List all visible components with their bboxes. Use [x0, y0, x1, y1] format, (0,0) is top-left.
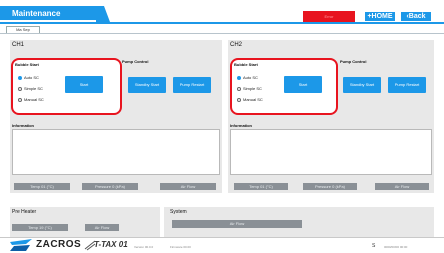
ch1-airflow-button[interactable]: Air Flow [160, 183, 216, 190]
radio-icon [237, 86, 241, 91]
ch1-temp-button[interactable]: Temp 01 (°C) [14, 183, 70, 190]
ch2-info-label: Information [230, 123, 252, 128]
radio-selected-icon [237, 75, 241, 80]
ch2-title: CH2 [230, 42, 243, 48]
ch1-control-label: Bubble Start [15, 62, 39, 67]
ch2-control-label: Bubble Start [234, 62, 258, 67]
ch1-radio-simple[interactable]: Simple SC [18, 86, 43, 91]
ch2-radio-simple[interactable]: Simple SC [237, 86, 262, 91]
tab-main[interactable]: Ma Sep [6, 26, 40, 33]
header-divider [0, 22, 444, 24]
ch1-info-label: Information [12, 123, 34, 128]
ch2-radio-auto[interactable]: Auto SC [237, 75, 258, 80]
ch1-panel: CH1 Bubble Start Auto SC Simple SC Manua… [10, 40, 222, 193]
ch2-control-box: Bubble Start Auto SC Simple SC Manual SC… [230, 58, 338, 115]
ch2-standby-button[interactable]: Standby Start [343, 77, 381, 93]
ch1-title: CH1 [12, 42, 25, 48]
home-button[interactable]: +HOME [364, 11, 396, 22]
ch1-pump-restart-button[interactable]: Pump Restart [173, 77, 211, 93]
radio-selected-icon [18, 75, 22, 80]
ch1-radio-auto[interactable]: Auto SC [18, 75, 39, 80]
date-text: 0000/00/00 00:00 [384, 245, 408, 249]
radio-label: Manual SC [243, 97, 263, 102]
ch2-panel: CH2 Bubble Start Auto SC Simple SC Manua… [228, 40, 434, 193]
system-panel: System Air Flow [164, 207, 434, 237]
ch1-standby-button[interactable]: Standby Start [128, 77, 166, 93]
radio-icon [18, 86, 22, 91]
preheater-label: Pre Heater [12, 209, 37, 215]
radio-label: Auto SC [243, 75, 258, 80]
radio-label: Simple SC [24, 86, 43, 91]
brand-name: ZACROS [36, 239, 82, 250]
ch1-pump-label: Pump Control [122, 59, 149, 64]
ch2-pump-label: Pump Control [340, 59, 367, 64]
back-button-label: Back [408, 13, 426, 20]
ch2-airflow-button[interactable]: Air Flow [375, 183, 429, 190]
ch2-radio-manual[interactable]: Manual SC [237, 97, 263, 102]
radio-icon [18, 97, 22, 102]
radio-label: Auto SC [24, 75, 39, 80]
back-button[interactable]: ‹Back [400, 11, 432, 22]
radio-label: Simple SC [243, 86, 262, 91]
ch1-pressure-button[interactable]: Pressure 0 (kPa) [82, 183, 138, 190]
system-airflow-button[interactable]: Air Flow [172, 220, 302, 228]
system-label: System [170, 209, 187, 215]
alarm-button[interactable]: Error [303, 11, 355, 22]
model-name: T-TAX 01 [94, 240, 128, 249]
counter-text: S [372, 243, 376, 249]
build-text: Firmware 00.00 [170, 245, 191, 249]
radio-label: Manual SC [24, 97, 44, 102]
ch2-pressure-button[interactable]: Pressure 0 (kPa) [303, 183, 357, 190]
ch1-control-box: Bubble Start Auto SC Simple SC Manual SC… [11, 58, 122, 115]
ch2-start-button[interactable]: Start [284, 76, 322, 93]
preheater-airflow-button[interactable]: Air Flow [85, 224, 119, 231]
ch1-info-box [12, 129, 220, 175]
zacros-logo-icon [10, 239, 32, 251]
preheater-panel: Pre Heater Temp 19 (°C) Air Flow [10, 207, 160, 237]
ch2-temp-button[interactable]: Temp 01 (°C) [234, 183, 288, 190]
ch1-start-button[interactable]: Start [65, 76, 103, 93]
ch2-info-box [230, 129, 432, 175]
home-button-label: HOME [371, 13, 393, 20]
ch2-pump-restart-button[interactable]: Pump Restart [388, 77, 426, 93]
title-swoosh-icon [96, 6, 110, 22]
ch1-radio-manual[interactable]: Manual SC [18, 97, 44, 102]
tab-divider [0, 33, 444, 34]
page-title: Maintenance [12, 9, 61, 18]
version-text: Version 00.0.0 [134, 245, 154, 249]
radio-icon [237, 97, 241, 102]
preheater-temp-button[interactable]: Temp 19 (°C) [12, 224, 68, 231]
